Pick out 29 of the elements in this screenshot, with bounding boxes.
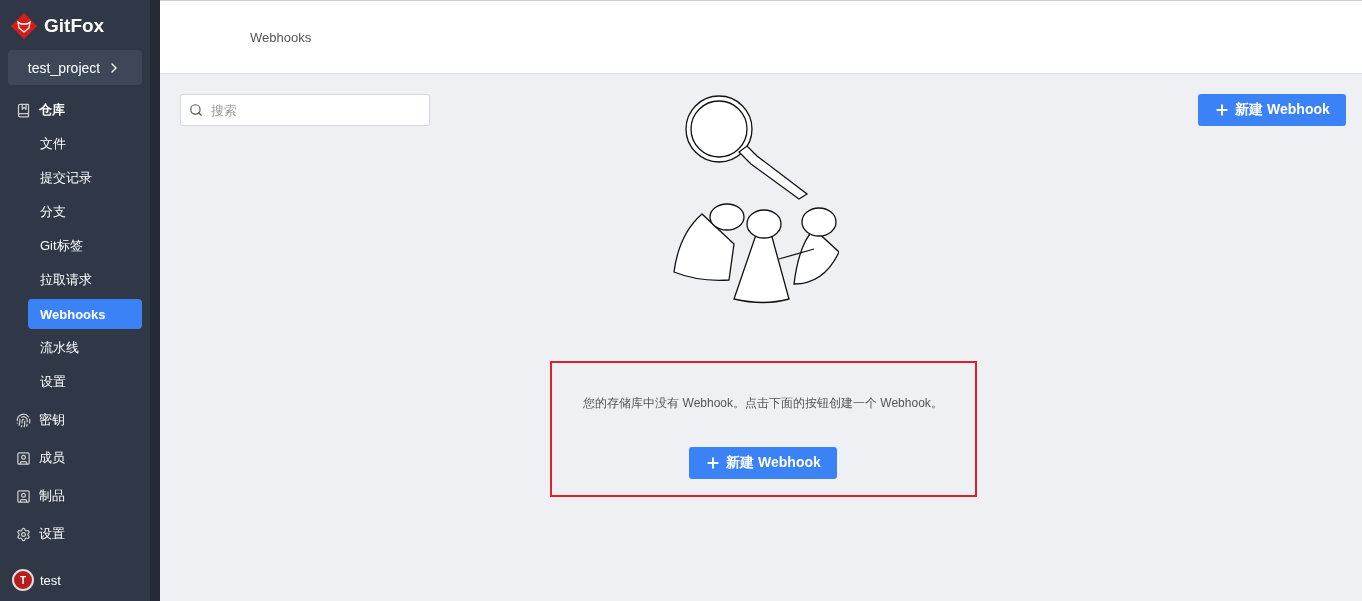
sidebar-item[interactable]: 设置	[39, 525, 65, 543]
sidebar-item[interactable]: 密钥	[39, 411, 65, 429]
sidebar-item[interactable]: 成员	[39, 449, 65, 467]
sidebar-subitem[interactable]: 文件	[28, 129, 142, 159]
search-field[interactable]: 搜索	[180, 94, 430, 126]
page-title: Webhooks	[250, 29, 312, 45]
sidebar-item[interactable]: 制品	[39, 487, 65, 505]
user-name: test	[40, 572, 61, 588]
sidebar-subitem[interactable]: 分支	[28, 197, 142, 227]
settings-icon	[16, 526, 31, 542]
new-webhook-button[interactable]: 新建 Webhook	[689, 447, 837, 479]
new-webhook-button[interactable]: 新建 Webhook	[1198, 94, 1346, 126]
user-card-icon	[16, 450, 31, 466]
sidebar-subitem[interactable]: 设置	[28, 367, 142, 397]
sidebar-subitem[interactable]: 流水线	[28, 333, 142, 363]
project-selector[interactable]: test_project	[8, 50, 142, 85]
empty-message: 您的存储库中没有 Webhook。点击下面的按钮创建一个 Webhook。	[583, 395, 943, 412]
sidebar-item[interactable]: 仓库	[39, 101, 65, 119]
search-icon	[189, 103, 203, 117]
sidebar-subitem[interactable]: Git标签	[28, 231, 142, 261]
fingerprint-icon	[16, 412, 31, 428]
book-icon	[16, 102, 31, 118]
user-avatar[interactable]: T	[12, 569, 34, 591]
fox-logo-icon	[10, 12, 38, 40]
sidebar-subitem[interactable]: 拉取请求	[28, 265, 142, 295]
user-card-icon	[16, 488, 31, 504]
sidebar-subitem[interactable]: 提交记录	[28, 163, 142, 193]
app-name: GitFox	[44, 15, 105, 37]
sidebar-subitem[interactable]: Webhooks	[28, 299, 142, 329]
